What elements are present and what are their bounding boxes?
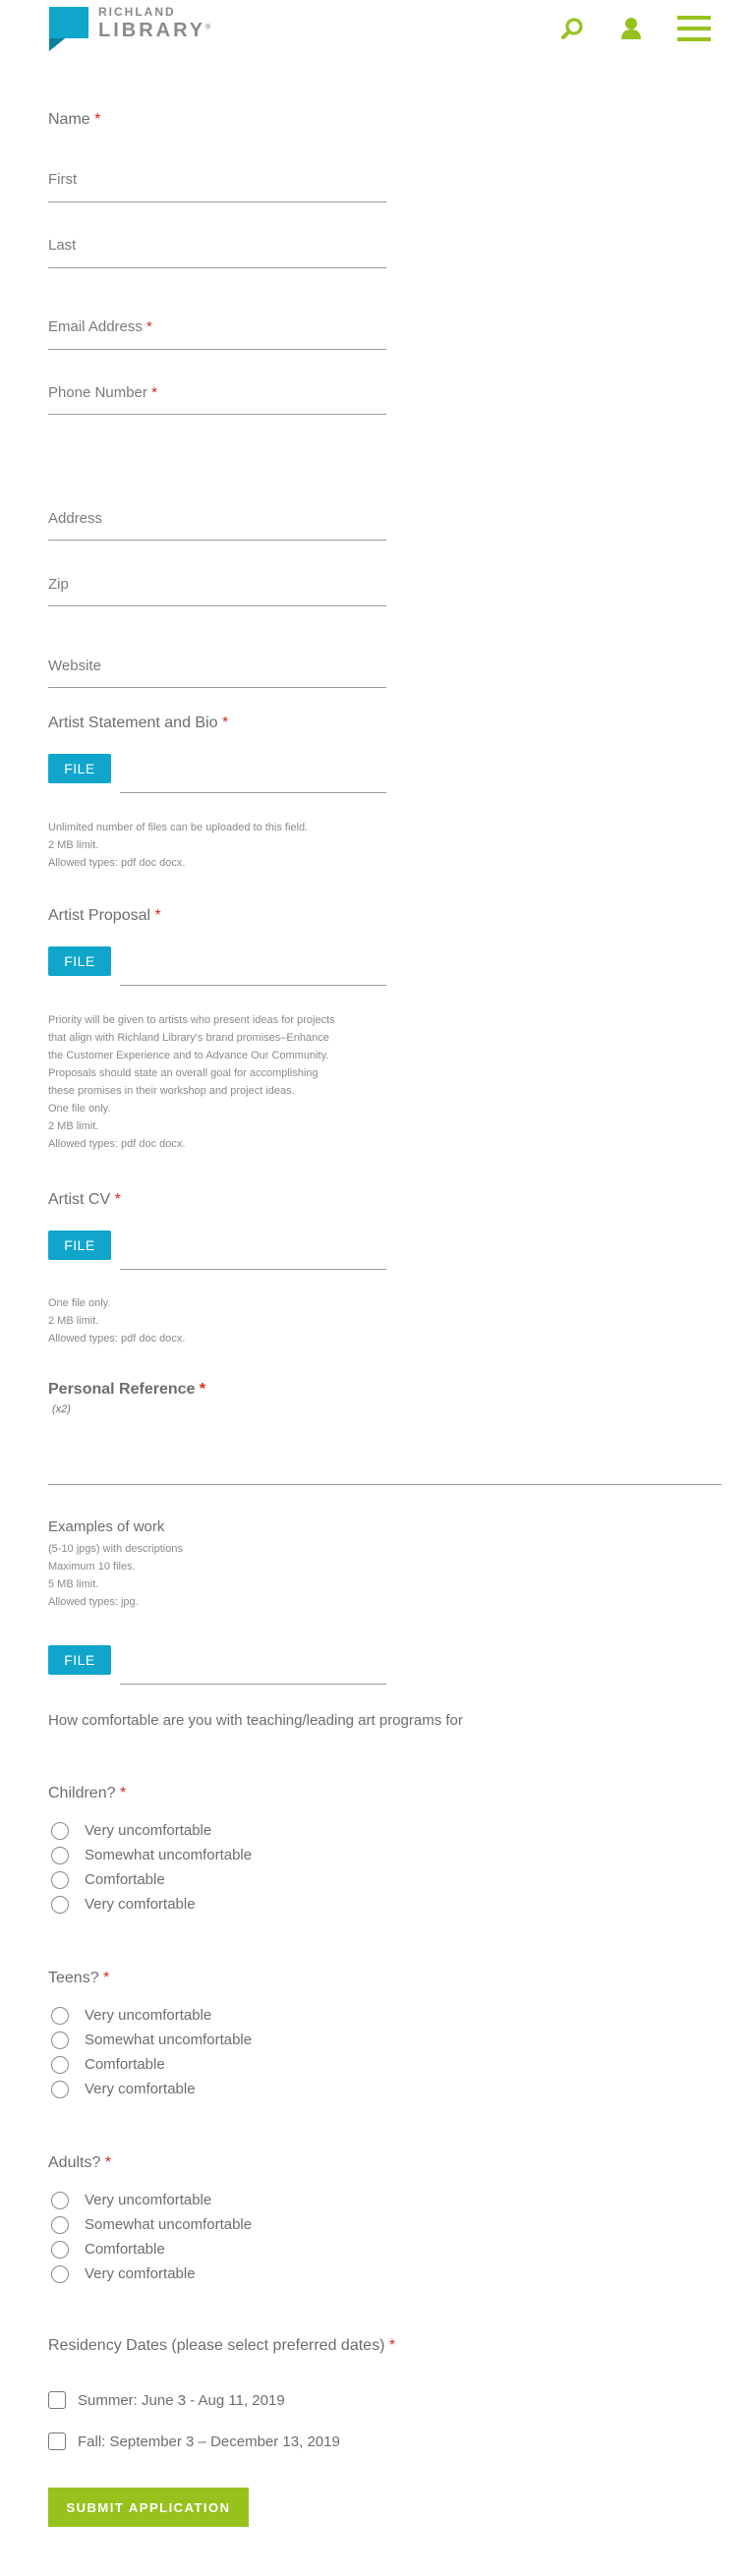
teens-option-very-uncomfortable[interactable]: Very uncomfortable [51, 2003, 252, 2028]
children-option-somewhat-uncomfortable[interactable]: Somewhat uncomfortable [51, 1843, 252, 1867]
proposal-help: Priority will be given to artists who pr… [48, 1014, 335, 1150]
radio-button[interactable] [51, 2215, 69, 2234]
teens-option-very-comfortable[interactable]: Very comfortable [51, 2077, 252, 2101]
name-label: Name * [48, 111, 101, 128]
radio-button[interactable] [51, 2240, 69, 2259]
website-input[interactable] [48, 687, 386, 688]
examples-label: Examples of work [48, 1518, 165, 1535]
bio-help: Unlimited number of files can be uploade… [48, 822, 309, 869]
bio-file-input[interactable] [120, 792, 386, 793]
children-option-very-comfortable[interactable]: Very comfortable [51, 1892, 252, 1917]
checkbox[interactable] [48, 2433, 66, 2450]
library-logo-text[interactable]: RICHLAND LIBRARY® [98, 6, 213, 40]
residency-option-fall[interactable]: Fall: September 3 – December 13, 2019 [48, 2433, 340, 2450]
children-label: Children? * [48, 1785, 127, 1802]
address-label: Address [48, 510, 103, 527]
examples-file-input[interactable] [120, 1684, 386, 1685]
menu-icon[interactable] [676, 14, 712, 43]
reference-label: Personal Reference * [48, 1381, 206, 1398]
submit-application-button[interactable]: SUBMIT APPLICATION [48, 2488, 249, 2527]
library-logo-mark[interactable] [49, 7, 88, 51]
adults-option-somewhat-uncomfortable[interactable]: Somewhat uncomfortable [51, 2212, 252, 2237]
children-radio-group: Very uncomfortable Somewhat uncomfortabl… [51, 1818, 252, 1917]
radio-button[interactable] [51, 1870, 69, 1889]
children-option-very-uncomfortable[interactable]: Very uncomfortable [51, 1818, 252, 1843]
first-name-placeholder: First [48, 171, 78, 188]
proposal-label: Artist Proposal * [48, 907, 161, 924]
residency-label: Residency Dates (please select preferred… [48, 2337, 396, 2354]
teens-radio-group: Very uncomfortable Somewhat uncomfortabl… [51, 2003, 252, 2101]
radio-button[interactable] [51, 2031, 69, 2049]
radio-button[interactable] [51, 1846, 69, 1864]
user-icon[interactable] [616, 14, 646, 43]
cv-file-input[interactable] [120, 1269, 386, 1270]
search-icon[interactable] [557, 14, 587, 43]
address-input[interactable] [48, 540, 386, 541]
proposal-file-button[interactable]: FILE [48, 946, 111, 976]
adults-option-very-uncomfortable[interactable]: Very uncomfortable [51, 2188, 252, 2212]
zip-label: Zip [48, 576, 69, 593]
adults-option-very-comfortable[interactable]: Very comfortable [51, 2261, 252, 2286]
zip-input[interactable] [48, 605, 386, 606]
last-name-input[interactable] [48, 267, 386, 268]
logo-line-1: RICHLAND [98, 5, 176, 19]
residency-option-summer[interactable]: Summer: June 3 - Aug 11, 2019 [48, 2391, 285, 2409]
proposal-file-input[interactable] [120, 985, 386, 986]
radio-button[interactable] [51, 2191, 69, 2209]
email-input[interactable] [48, 349, 386, 350]
first-name-input[interactable] [48, 201, 386, 202]
cv-label: Artist CV * [48, 1191, 121, 1208]
phone-input[interactable] [48, 414, 386, 415]
logo-line-2: LIBRARY [98, 20, 206, 41]
radio-button[interactable] [51, 2055, 69, 2074]
children-option-comfortable[interactable]: Comfortable [51, 1867, 252, 1892]
logo-registered-mark: ® [205, 24, 214, 31]
teens-option-comfortable[interactable]: Comfortable [51, 2052, 252, 2077]
radio-button[interactable] [51, 2080, 69, 2098]
comfort-intro: How comfortable are you with teaching/le… [48, 1712, 463, 1729]
website-label: Website [48, 658, 101, 674]
checkbox[interactable] [48, 2391, 66, 2409]
last-name-placeholder: Last [48, 237, 77, 254]
teens-label: Teens? * [48, 1970, 110, 1986]
radio-button[interactable] [51, 1821, 69, 1840]
adults-label: Adults? * [48, 2154, 112, 2171]
reference-note: (x2) [52, 1403, 71, 1415]
phone-label: Phone Number * [48, 384, 157, 401]
email-label: Email Address * [48, 318, 152, 335]
cv-file-button[interactable]: FILE [48, 1231, 111, 1260]
cv-help: One file only. 2 MB limit. Allowed types… [48, 1297, 186, 1345]
bio-label: Artist Statement and Bio * [48, 715, 229, 731]
adults-option-comfortable[interactable]: Comfortable [51, 2237, 252, 2261]
examples-help: (5-10 jpgs) with descriptions Maximum 10… [48, 1543, 183, 1608]
teens-option-somewhat-uncomfortable[interactable]: Somewhat uncomfortable [51, 2028, 252, 2052]
examples-file-button[interactable]: FILE [48, 1645, 111, 1675]
radio-button[interactable] [51, 2264, 69, 2283]
adults-radio-group: Very uncomfortable Somewhat uncomfortabl… [51, 2188, 252, 2286]
radio-button[interactable] [51, 2006, 69, 2025]
reference-input[interactable] [48, 1484, 722, 1485]
radio-button[interactable] [51, 1895, 69, 1914]
bio-file-button[interactable]: FILE [48, 754, 111, 783]
